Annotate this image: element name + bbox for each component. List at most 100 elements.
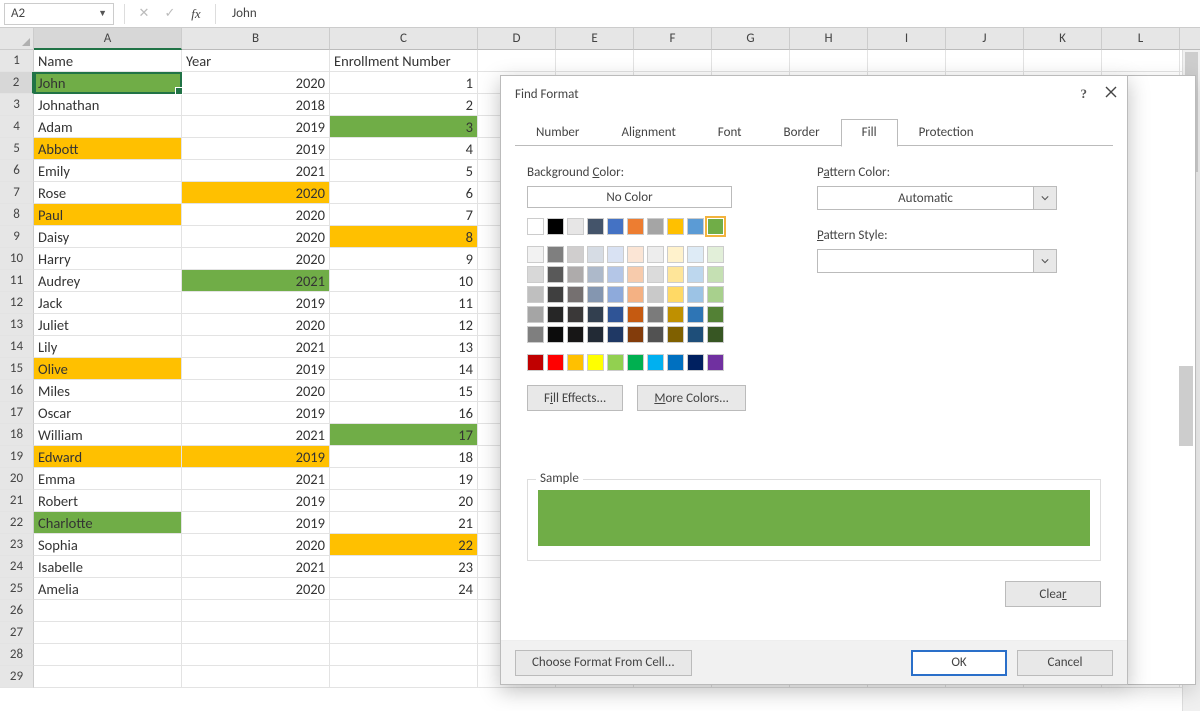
- cell-year[interactable]: 2019: [182, 292, 330, 314]
- ok-button[interactable]: OK: [911, 650, 1007, 676]
- row-header[interactable]: 14: [0, 336, 34, 358]
- color-swatch[interactable]: [627, 286, 644, 303]
- color-swatch[interactable]: [707, 354, 724, 371]
- color-swatch[interactable]: [607, 326, 624, 343]
- color-swatch[interactable]: [687, 306, 704, 323]
- row-header[interactable]: 7: [0, 182, 34, 204]
- cell-enroll[interactable]: 1: [330, 72, 478, 94]
- tab-font[interactable]: Font: [697, 119, 763, 147]
- cell-name[interactable]: Audrey: [34, 270, 182, 292]
- color-swatch[interactable]: [587, 306, 604, 323]
- color-swatch[interactable]: [647, 354, 664, 371]
- cell-empty[interactable]: [34, 644, 182, 666]
- column-header-I[interactable]: I: [868, 28, 946, 50]
- cell-empty[interactable]: [34, 600, 182, 622]
- row-header[interactable]: 24: [0, 556, 34, 578]
- color-swatch[interactable]: [587, 354, 604, 371]
- cell-year[interactable]: 2020: [182, 248, 330, 270]
- chevron-down-icon[interactable]: [1033, 249, 1057, 273]
- cell-name[interactable]: Robert: [34, 490, 182, 512]
- cell-empty[interactable]: [34, 666, 182, 688]
- color-swatch[interactable]: [567, 246, 584, 263]
- color-swatch[interactable]: [587, 246, 604, 263]
- cell-name[interactable]: Olive: [34, 358, 182, 380]
- row-header[interactable]: 19: [0, 446, 34, 468]
- cell-year[interactable]: 2021: [182, 336, 330, 358]
- column-header-E[interactable]: E: [556, 28, 634, 50]
- help-icon[interactable]: ?: [1081, 86, 1088, 102]
- color-swatch[interactable]: [667, 354, 684, 371]
- tab-alignment[interactable]: Alignment: [600, 119, 696, 147]
- row-header[interactable]: 1: [0, 50, 34, 72]
- cell-enroll[interactable]: 20: [330, 490, 478, 512]
- cell-empty[interactable]: [330, 666, 478, 688]
- cell-name[interactable]: Sophia: [34, 534, 182, 556]
- color-swatch[interactable]: [687, 286, 704, 303]
- cell-name[interactable]: Abbott: [34, 138, 182, 160]
- color-swatch[interactable]: [627, 266, 644, 283]
- color-swatch[interactable]: [687, 218, 704, 235]
- color-swatch[interactable]: [567, 354, 584, 371]
- row-header[interactable]: 22: [0, 512, 34, 534]
- chevron-down-icon[interactable]: [1033, 186, 1057, 210]
- close-icon[interactable]: [1105, 86, 1117, 102]
- row-header[interactable]: 13: [0, 314, 34, 336]
- cell-enroll[interactable]: 22: [330, 534, 478, 556]
- cell-enroll[interactable]: 7: [330, 204, 478, 226]
- cell-year[interactable]: 2020: [182, 226, 330, 248]
- name-box[interactable]: A2 ▼: [4, 3, 114, 25]
- row-header[interactable]: 16: [0, 380, 34, 402]
- color-swatch[interactable]: [667, 218, 684, 235]
- cell-empty[interactable]: [634, 50, 712, 72]
- cell-enroll[interactable]: 8: [330, 226, 478, 248]
- color-swatch[interactable]: [547, 306, 564, 323]
- select-all-corner[interactable]: [0, 28, 34, 50]
- cell-empty[interactable]: [1024, 50, 1102, 72]
- cell-enroll[interactable]: 4: [330, 138, 478, 160]
- cell-enroll[interactable]: 17: [330, 424, 478, 446]
- cell-year[interactable]: 2019: [182, 138, 330, 160]
- cell-year[interactable]: 2021: [182, 468, 330, 490]
- column-header-G[interactable]: G: [712, 28, 790, 50]
- cell-enroll[interactable]: 5: [330, 160, 478, 182]
- color-swatch[interactable]: [687, 354, 704, 371]
- cell-name[interactable]: Edward: [34, 446, 182, 468]
- tab-protection[interactable]: Protection: [898, 119, 995, 147]
- column-header-B[interactable]: B: [182, 28, 330, 50]
- color-swatch[interactable]: [707, 266, 724, 283]
- column-header-D[interactable]: D: [478, 28, 556, 50]
- color-swatch[interactable]: [687, 266, 704, 283]
- cell-empty[interactable]: [868, 50, 946, 72]
- color-swatch[interactable]: [547, 354, 564, 371]
- cell-year[interactable]: 2020: [182, 72, 330, 94]
- row-header[interactable]: 15: [0, 358, 34, 380]
- cell-empty[interactable]: [790, 50, 868, 72]
- row-header[interactable]: 28: [0, 644, 34, 666]
- color-swatch[interactable]: [687, 246, 704, 263]
- tab-number[interactable]: Number: [515, 119, 600, 147]
- color-swatch[interactable]: [527, 354, 544, 371]
- color-swatch[interactable]: [627, 354, 644, 371]
- color-swatch[interactable]: [567, 326, 584, 343]
- pattern-color-combo[interactable]: Automatic: [817, 186, 1057, 210]
- cell-year[interactable]: 2019: [182, 402, 330, 424]
- cell-name-header[interactable]: Name: [34, 50, 182, 72]
- color-swatch[interactable]: [527, 218, 544, 235]
- color-swatch[interactable]: [567, 306, 584, 323]
- cell-year[interactable]: 2018: [182, 94, 330, 116]
- color-swatch[interactable]: [647, 266, 664, 283]
- cell-enroll[interactable]: 18: [330, 446, 478, 468]
- cell-enroll[interactable]: 19: [330, 468, 478, 490]
- column-header-C[interactable]: C: [330, 28, 478, 50]
- cell-enroll[interactable]: 21: [330, 512, 478, 534]
- color-swatch[interactable]: [627, 246, 644, 263]
- tab-border[interactable]: Border: [763, 119, 841, 147]
- cell-empty[interactable]: [182, 644, 330, 666]
- column-header-K[interactable]: K: [1024, 28, 1102, 50]
- cell-empty[interactable]: [34, 622, 182, 644]
- cell-enroll[interactable]: 24: [330, 578, 478, 600]
- cell-year[interactable]: 2020: [182, 182, 330, 204]
- color-swatch[interactable]: [547, 266, 564, 283]
- color-swatch[interactable]: [647, 246, 664, 263]
- cell-name[interactable]: Rose: [34, 182, 182, 204]
